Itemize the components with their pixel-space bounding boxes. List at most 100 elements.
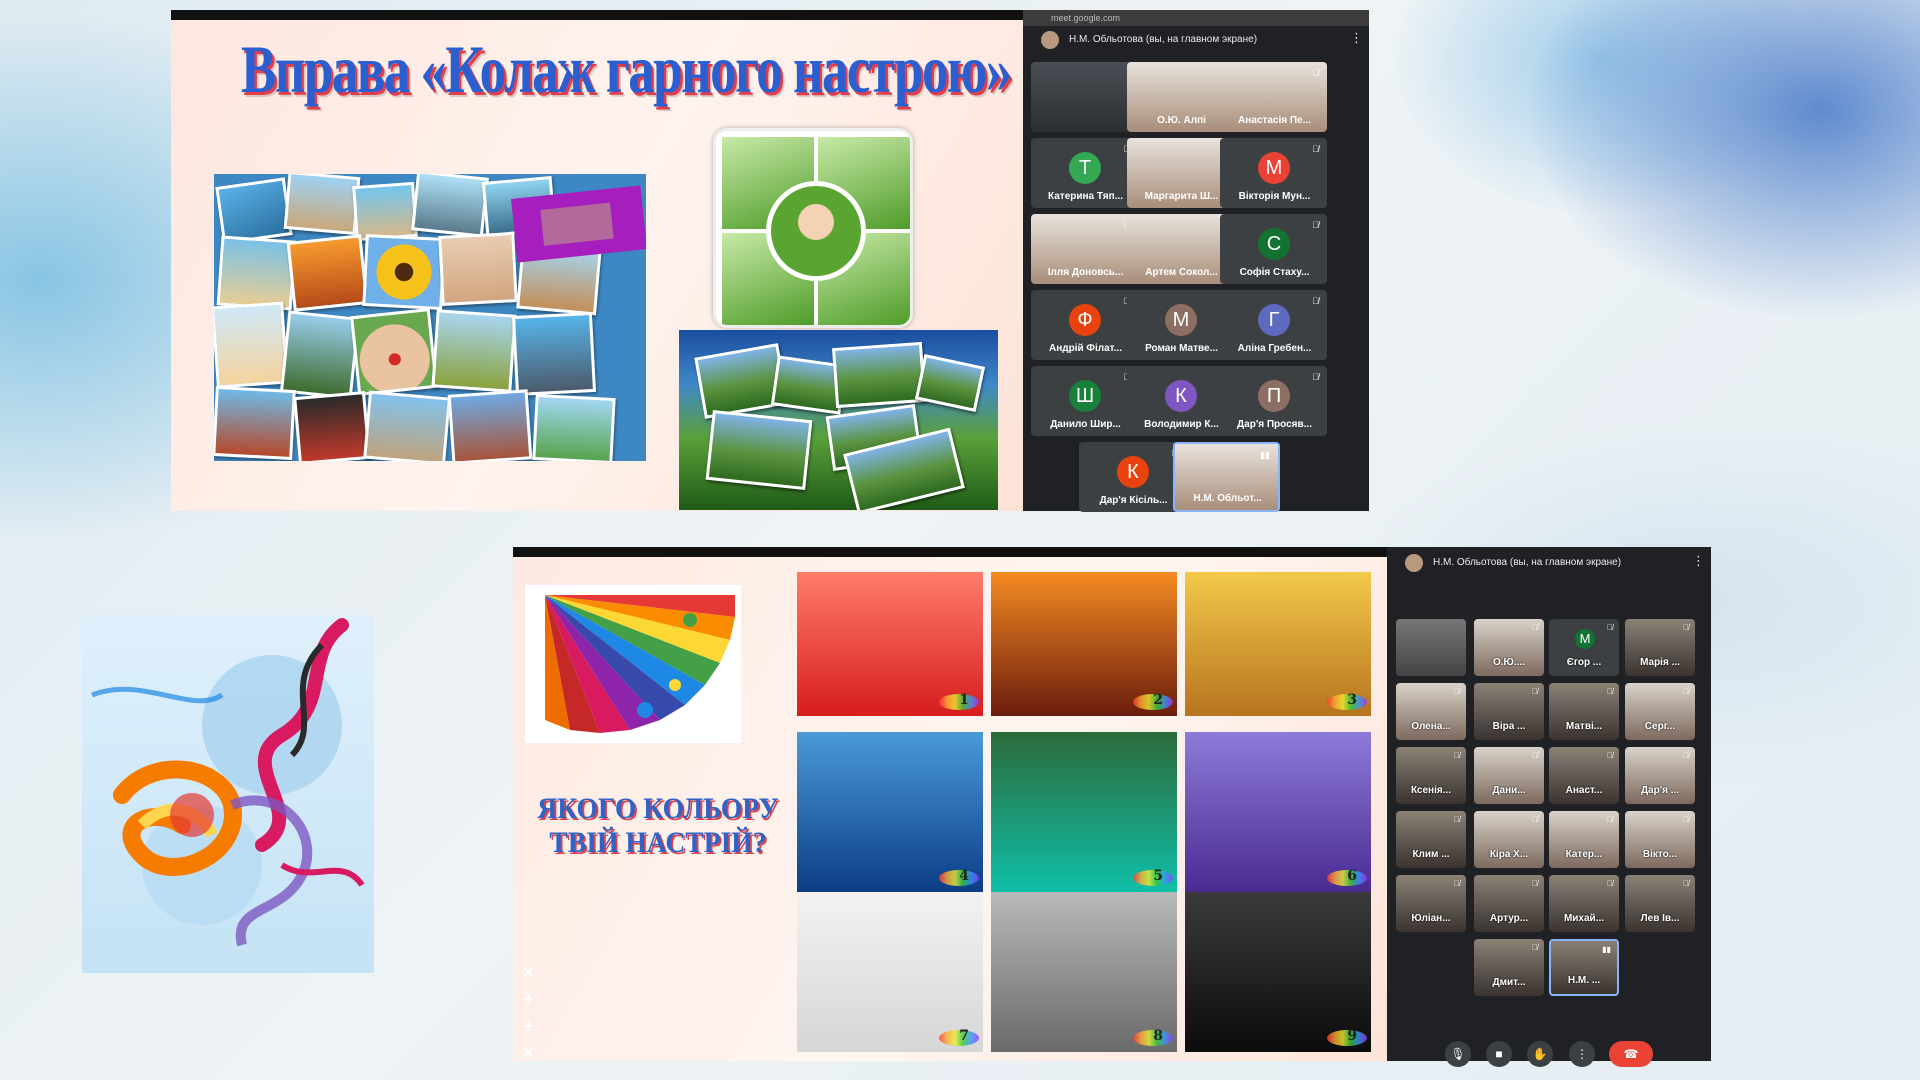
mood-image-number: 8 — [1153, 1028, 1163, 1044]
mic-muted-icon: 🎙̸ — [1312, 220, 1319, 230]
participant-tile[interactable]: 🎙̸ Кіра Х... — [1474, 811, 1544, 868]
mood-image-7: 7 — [797, 892, 983, 1052]
abstract-swirl-graphic — [91, 618, 365, 947]
hand-icon[interactable]: ✋ — [1527, 1041, 1553, 1067]
shared-screen-tile[interactable] — [1396, 619, 1466, 676]
participant-tile[interactable]: 🎙̸ Артур... — [1474, 875, 1544, 932]
participant-tile[interactable]: 🎙̸ Клим ... — [1396, 811, 1466, 868]
participant-name: Володимир К... — [1144, 419, 1219, 430]
speaking-icon: ▮▮ — [1602, 945, 1611, 954]
mic-muted-icon: 🎙̸ — [1607, 687, 1613, 696]
participant-name: Анаст... — [1565, 785, 1603, 796]
participant-name: Артур... — [1489, 913, 1529, 924]
participant-tile[interactable]: 🎙̸ Катер... — [1549, 811, 1619, 868]
more-icon[interactable]: ⋮ — [1569, 1041, 1595, 1067]
mood-image-number: 1 — [959, 692, 969, 708]
participant-name: Юліан... — [1411, 913, 1451, 924]
participant-name: Аліна Гребен... — [1237, 343, 1312, 354]
participant-name: Андрій Філат... — [1048, 343, 1122, 354]
participant-tile[interactable]: К🎙̸Дар'я Кісіль... — [1079, 442, 1186, 512]
participant-tile[interactable]: 🎙̸ Анастасія Пе... — [1220, 62, 1327, 132]
participant-name: Клим ... — [1412, 849, 1450, 860]
presenter-label: Н.М. Обльотова (вы, на главном экране) — [1433, 557, 1622, 568]
participant-tile[interactable]: 🎙̸ Михай... — [1549, 875, 1619, 932]
participant-tile[interactable]: М 🎙̸ Вікторія Мун... — [1220, 138, 1327, 208]
participant-tile[interactable]: П 🎙̸ Дар'я Просяв... — [1220, 366, 1327, 436]
url-bar: meet.google.com — [1023, 10, 1369, 26]
participant-tile[interactable]: Т🎙̸Катерина Тяп... — [1031, 138, 1138, 208]
mic-muted-icon: 🎙̸ — [1454, 815, 1460, 824]
participant-tile[interactable]: 🎙̸Ілля Доновсь... — [1031, 214, 1138, 284]
mood-image-1: 1 — [797, 572, 983, 716]
participant-tile[interactable]: 🎙̸ Ксенія... — [1396, 747, 1466, 804]
participant-tile[interactable]: 🎙̸ Юліан... — [1396, 875, 1466, 932]
participant-avatar: Г — [1258, 304, 1290, 336]
participant-tile[interactable]: 🎙̸ Матві... — [1549, 683, 1619, 740]
participant-avatar: М — [1575, 629, 1595, 649]
more-options-icon[interactable]: ⋮ — [1692, 553, 1705, 569]
mic-muted-icon: 🎙̸ — [1532, 879, 1538, 888]
participant-tile[interactable]: 🎙̸ Олена... — [1396, 683, 1466, 740]
mood-image-number: 9 — [1347, 1028, 1357, 1044]
mic-muted-icon: 🎙̸ — [1607, 815, 1613, 824]
participant-tile[interactable]: Г 🎙̸ Аліна Гребен... — [1220, 290, 1327, 360]
participant-tile[interactable]: 🎙̸О.Ю. Алпі — [1127, 62, 1234, 132]
mic-icon[interactable]: 🎙 — [1445, 1041, 1471, 1067]
google-meet-panel-2: Н.М. Обльотова (вы, на главном экране) ⋮… — [1387, 547, 1711, 1067]
participant-tile[interactable]: ▮▮ Н.М. Обльот... — [1173, 442, 1280, 512]
shared-screen-tile[interactable] — [1031, 62, 1138, 132]
participant-tile[interactable]: 🎙̸ Дани... — [1474, 747, 1544, 804]
slide-2-title-line-2: ТВІЙ НАСТРІЙ? — [549, 826, 767, 859]
participant-tile[interactable]: 🎙̸Артем Сокол... — [1127, 214, 1234, 284]
more-options-icon[interactable]: ⋮ — [1350, 30, 1363, 46]
participant-tile[interactable]: К🎙̸Володимир К... — [1127, 366, 1234, 436]
participant-name: Катер... — [1565, 849, 1603, 860]
participant-tile[interactable]: 🎙̸ Анаст... — [1549, 747, 1619, 804]
presenter-label: Н.М. Обльотова (вы, на главном экране) — [1069, 34, 1258, 45]
participant-tile[interactable]: 🎙̸ О.Ю.... — [1474, 619, 1544, 676]
participant-name: Дар'я ... — [1640, 785, 1680, 796]
participant-tile[interactable]: 🎙̸ Вікто... — [1625, 811, 1695, 868]
screenshot-slide-2: ЯКОГО КОЛЬОРУ ТВІЙ НАСТРІЙ? × + + × 1 2 3 4… — [513, 547, 1711, 1067]
participant-avatar: Ш — [1069, 380, 1101, 412]
participant-avatar: К — [1117, 456, 1149, 488]
mic-muted-icon: 🎙̸ — [1683, 623, 1689, 632]
slide-2-title: ЯКОГО КОЛЬОРУ ТВІЙ НАСТРІЙ? — [525, 792, 792, 860]
participant-name: Дар'я Кісіль... — [1099, 495, 1168, 506]
participant-tile[interactable]: М 🎙̸ Єгор ... — [1549, 619, 1619, 676]
participant-name: Дани... — [1492, 785, 1526, 796]
mood-image-number: 6 — [1347, 868, 1357, 884]
participant-name: Дар'я Просяв... — [1237, 419, 1312, 430]
presentation-slide-2: ЯКОГО КОЛЬОРУ ТВІЙ НАСТРІЙ? × + + × 1 2 3 4… — [513, 557, 1387, 1061]
participant-name: О.Ю.... — [1493, 657, 1525, 668]
mood-color-grid: 1 2 3 4 5 6 7 8 9 — [797, 572, 1371, 1052]
participant-avatar: Ф — [1069, 304, 1101, 336]
participant-tile[interactable]: С 🎙̸ Софія Стаху... — [1220, 214, 1327, 284]
mic-muted-icon: 🎙̸ — [1607, 879, 1613, 888]
presentation-slide-1: Вправа «Колаж гарного настрою» — [171, 20, 1023, 511]
mood-image-6: 6 — [1185, 732, 1371, 892]
participant-tile[interactable]: 🎙̸ Дмит... — [1474, 939, 1544, 996]
color-fan-graphic — [545, 595, 735, 733]
participant-tile[interactable]: 🎙̸ Віра ... — [1474, 683, 1544, 740]
mic-muted-icon: 🎙̸ — [1454, 879, 1460, 888]
mood-image-5: 5 — [991, 732, 1177, 892]
participant-tile[interactable]: Ш🎙̸Данило Шир... — [1031, 366, 1138, 436]
camera-icon[interactable]: ■ — [1486, 1041, 1512, 1067]
participant-tile[interactable]: ▮▮ Н.М. ... — [1549, 939, 1619, 996]
participant-avatar: М — [1165, 304, 1197, 336]
participant-tile[interactable]: 🎙̸Маргарита Ш... — [1127, 138, 1234, 208]
mood-image-number: 7 — [959, 1028, 969, 1044]
presenter-avatar — [1041, 31, 1059, 49]
mic-muted-icon: 🎙̸ — [1454, 687, 1460, 696]
participant-tile[interactable]: 🎙̸ Лев Ів... — [1625, 875, 1695, 932]
end-call-icon[interactable]: ☎ — [1609, 1041, 1653, 1067]
participant-tile[interactable]: М🎙̸Роман Матве... — [1127, 290, 1234, 360]
participant-name: Анастасія Пе... — [1238, 115, 1311, 126]
participant-tile[interactable]: 🎙̸ Марія ... — [1625, 619, 1695, 676]
participant-name: О.Ю. Алпі — [1157, 115, 1206, 126]
participant-tile[interactable]: 🎙̸ Дар'я ... — [1625, 747, 1695, 804]
participant-tile[interactable]: Ф🎙̸Андрій Філат... — [1031, 290, 1138, 360]
participant-name: Лев Ів... — [1640, 913, 1680, 924]
participant-tile[interactable]: 🎙̸ Серг... — [1625, 683, 1695, 740]
